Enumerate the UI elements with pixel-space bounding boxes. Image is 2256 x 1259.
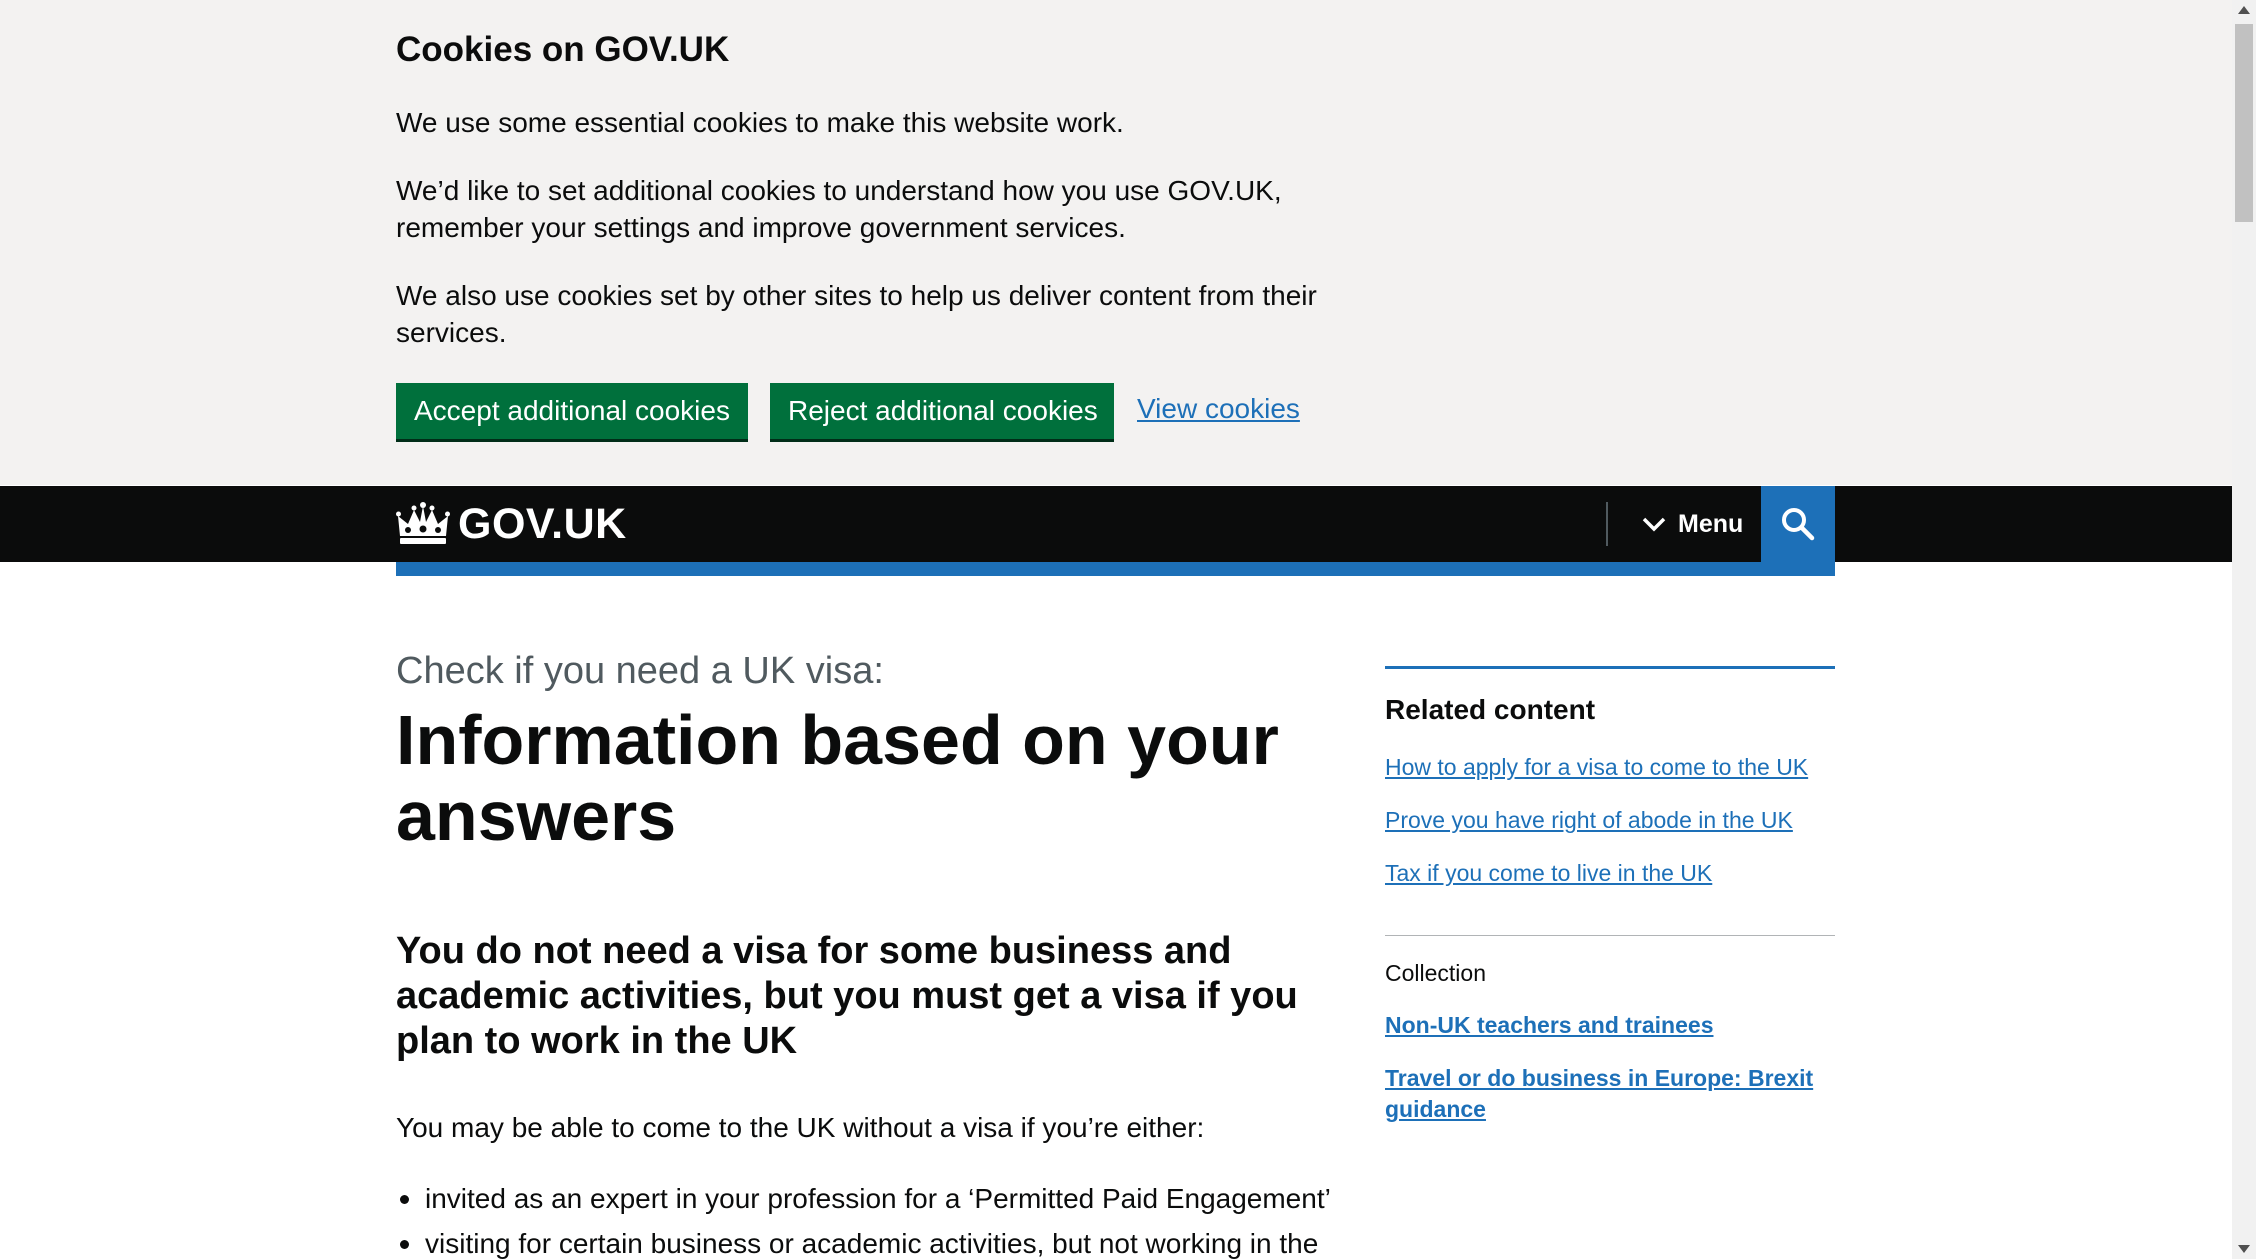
menu-label: Menu xyxy=(1678,509,1744,538)
cookie-banner: Cookies on GOV.UK We use some essential … xyxy=(0,0,2232,485)
page-caption: Check if you need a UK visa: xyxy=(396,650,884,692)
related-link-right-of-abode[interactable]: Prove you have right of abode in the UK xyxy=(1385,807,1793,834)
related-link-apply-visa[interactable]: How to apply for a visa to come to the U… xyxy=(1385,754,1808,781)
sidebar-divider xyxy=(1385,935,1835,936)
cookie-banner-title: Cookies on GOV.UK xyxy=(396,30,730,69)
search-button[interactable] xyxy=(1761,486,1835,562)
page-title: Information based on your answers xyxy=(396,701,1279,855)
scroll-up-arrow-icon[interactable] xyxy=(2238,6,2250,14)
collection-link-teachers[interactable]: Non-UK teachers and trainees xyxy=(1385,1010,1825,1041)
list-item: visiting for certain business or academi… xyxy=(396,1221,1331,1259)
cookie-essential-text: We use some essential cookies to make th… xyxy=(396,107,1124,138)
accept-cookies-button[interactable]: Accept additional cookies xyxy=(396,383,748,439)
nav-divider xyxy=(1606,502,1608,546)
view-cookies-link[interactable]: View cookies xyxy=(1137,393,1300,425)
list-item: invited as an expert in your profession … xyxy=(396,1176,1331,1221)
vertical-scrollbar[interactable] xyxy=(2232,0,2256,1259)
logo-text: GOV.UK xyxy=(458,499,627,548)
outcome-heading: You do not need a visa for some business… xyxy=(396,930,1298,1062)
govuk-logo-link[interactable]: GOV.UK xyxy=(396,500,627,548)
related-content-title: Related content xyxy=(1385,694,1596,725)
scrollbar-thumb[interactable] xyxy=(2235,24,2253,222)
collection-label: Collection xyxy=(1385,960,1486,986)
collection-link-brexit[interactable]: Travel or do business in Europe: Brexit … xyxy=(1385,1063,1825,1125)
menu-button[interactable]: Menu xyxy=(1636,486,1749,562)
site-header: GOV.UK Menu xyxy=(0,486,2232,562)
page: Cookies on GOV.UK We use some essential … xyxy=(0,0,2232,1259)
related-link-tax[interactable]: Tax if you come to live in the UK xyxy=(1385,860,1712,887)
reject-cookies-button[interactable]: Reject additional cookies xyxy=(770,383,1114,439)
scroll-down-arrow-icon[interactable] xyxy=(2238,1245,2250,1253)
related-top-border xyxy=(1385,666,1835,669)
header-blue-bar xyxy=(396,562,1835,576)
crown-icon xyxy=(396,502,450,544)
search-icon xyxy=(1782,508,1815,541)
intro-paragraph: You may be able to come to the UK withou… xyxy=(396,1112,1205,1143)
chevron-down-icon xyxy=(1642,517,1666,532)
eligibility-list: invited as an expert in your profession … xyxy=(396,1176,1331,1259)
cookie-additional-text: We’d like to set additional cookies to u… xyxy=(396,175,1282,243)
cookie-third-party-text: We also use cookies set by other sites t… xyxy=(396,280,1317,348)
